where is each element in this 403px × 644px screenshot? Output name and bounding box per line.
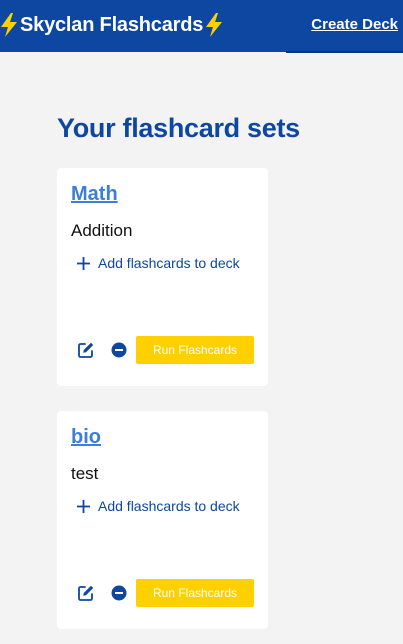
deck-card: bio test Add flashcards to deck Run Flas… <box>57 411 268 629</box>
minus-circle-icon[interactable] <box>110 341 128 359</box>
add-flashcards-label: Add flashcards to deck <box>98 498 240 514</box>
run-flashcards-button[interactable]: Run Flashcards <box>136 336 254 364</box>
run-flashcards-button[interactable]: Run Flashcards <box>136 579 254 607</box>
add-flashcards-label: Add flashcards to deck <box>98 255 240 271</box>
deck-description: test <box>71 464 99 483</box>
create-deck-link[interactable]: Create Deck <box>311 16 398 33</box>
deck-description: Addition <box>71 221 133 240</box>
deck-title-link[interactable]: Math <box>71 183 118 206</box>
lightning-bolt-icon <box>206 13 223 37</box>
add-flashcards-link[interactable]: Add flashcards to deck <box>77 255 240 271</box>
plus-icon <box>77 499 90 513</box>
brand: Skyclan Flashcards <box>0 12 223 38</box>
deck-actions: Run Flashcards <box>77 579 257 607</box>
deck-actions: Run Flashcards <box>77 336 257 364</box>
lightning-bolt-icon <box>1 13 17 37</box>
deck-card: Math Addition Add flashcards to deck Run… <box>57 168 268 386</box>
page-title: Your flashcard sets <box>57 113 300 143</box>
header-divider <box>286 51 403 53</box>
add-flashcards-link[interactable]: Add flashcards to deck <box>77 498 240 514</box>
brand-title: Skyclan Flashcards <box>20 13 204 36</box>
deck-title-link[interactable]: bio <box>71 426 101 449</box>
plus-icon <box>77 256 90 270</box>
app-header: Skyclan Flashcards Create Deck <box>0 0 403 53</box>
edit-icon[interactable] <box>77 584 95 602</box>
edit-icon[interactable] <box>77 341 95 359</box>
minus-circle-icon[interactable] <box>110 584 128 602</box>
